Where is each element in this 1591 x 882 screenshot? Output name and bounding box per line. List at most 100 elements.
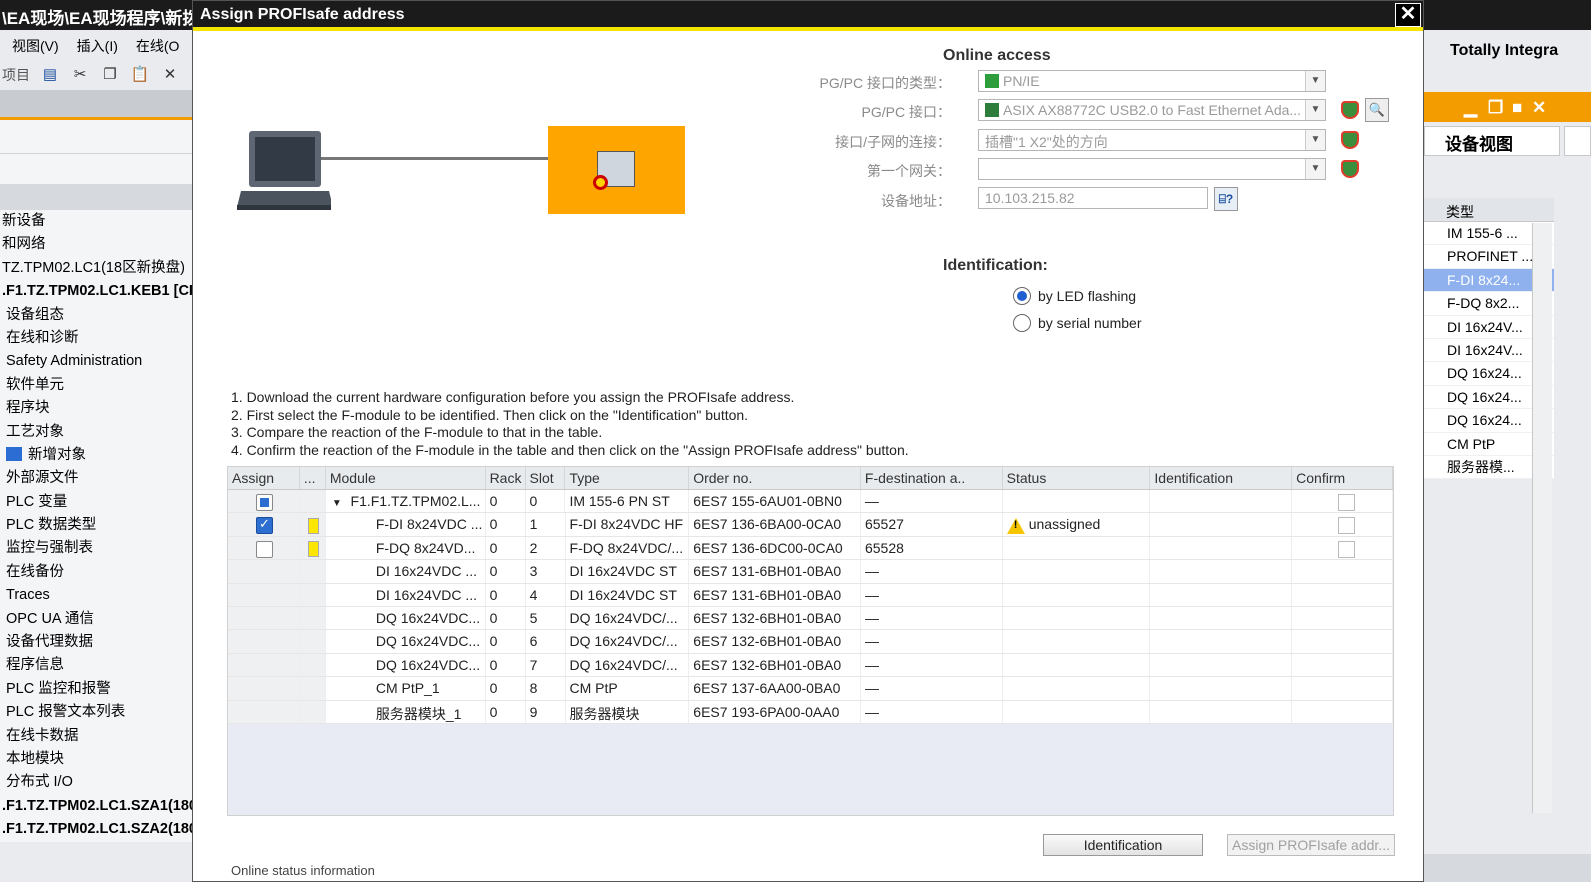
tab-device-view[interactable]: 设备视图 (1424, 126, 1560, 156)
identification-cell (1150, 490, 1293, 513)
tree-item[interactable]: .F1.TZ.TPM02.LC1.KEB1 [CPU (0, 280, 192, 303)
device-address-input[interactable]: 10.103.215.82 (978, 187, 1208, 209)
menu-view[interactable]: 视图(V) (12, 36, 59, 54)
radio-led-flashing-label[interactable]: by LED flashing (1038, 288, 1136, 304)
table-row[interactable]: DQ 16x24VDC... 0 5 DQ 16x24VDC/... 6ES7 132-… (228, 606, 1393, 631)
address-lookup-button[interactable]: ⌸? (1214, 187, 1238, 211)
tree-item[interactable]: 新增对象 (0, 444, 192, 467)
radio-led-flashing[interactable] (1013, 287, 1031, 305)
assign-checkbox[interactable] (256, 493, 273, 511)
tree-item-label: OPC UA 通信 (6, 610, 94, 627)
close-icon[interactable]: ✕ (1532, 98, 1546, 118)
tree-item[interactable]: 程序信息 (0, 654, 192, 677)
copy-icon[interactable]: ❐ (100, 66, 120, 84)
pgpc-type-select[interactable]: PN/IE ▼ (978, 70, 1326, 92)
paste-icon[interactable]: 📋 (130, 66, 150, 84)
tree-item[interactable]: PLC 报警文本列表 (0, 701, 192, 724)
column-header[interactable]: F-destination a.. (861, 467, 1003, 489)
order-no-cell: 6ES7 131-6BH01-0BA0 (689, 583, 861, 606)
column-header[interactable]: Confirm (1292, 467, 1393, 489)
table-row[interactable]: F-DI 8x24VDC ...01F-DI 8x24VDC HF6ES7 13… (228, 513, 1393, 537)
tree-item[interactable]: PLC 数据类型 (0, 514, 192, 537)
menu-online[interactable]: 在线(O (136, 36, 180, 54)
shield-icon[interactable] (1341, 131, 1359, 149)
menu-insert[interactable]: 插入(I) (77, 36, 118, 54)
chevron-down-icon[interactable]: ▼ (1305, 71, 1325, 91)
tree-item[interactable]: 工艺对象 (0, 421, 192, 444)
subnet-connection-select[interactable]: 插槽"1 X2"处的方向 ▼ (978, 129, 1326, 151)
table-row[interactable]: DI 16x24VDC ... 0 3 DI 16x24VDC ST 6ES7 131-… (228, 560, 1393, 584)
pgpc-interface-select[interactable]: ASIX AX88772C USB2.0 to Fast Ethernet Ad… (978, 99, 1326, 121)
restore-icon[interactable]: ❐ (1488, 98, 1503, 118)
table-row[interactable]: DI 16x24VDC ... 0 4 DI 16x24VDC ST 6ES7 131-… (228, 583, 1393, 607)
tree-item[interactable]: 新设备 (0, 210, 192, 233)
tree-item[interactable]: OPC UA 通信 (0, 608, 192, 631)
table-row[interactable]: DQ 16x24VDC... 0 7 DQ 16x24VDC/... 6ES7 132-… (228, 653, 1393, 678)
confirm-checkbox[interactable] (1338, 517, 1356, 535)
chevron-down-icon[interactable]: ▼ (1305, 159, 1325, 179)
identification-button[interactable]: Identification (1043, 834, 1203, 856)
status-cell (1003, 606, 1151, 630)
chevron-down-icon[interactable]: ▼ (1305, 100, 1325, 120)
column-header[interactable]: ... (300, 467, 326, 489)
tree-item[interactable]: Safety Administration (0, 350, 192, 373)
save-icon[interactable]: ▤ (40, 66, 60, 84)
table-row[interactable]: CM PtP_1 0 8 CM PtP 6ES7 137-6AA00-0BA0— (228, 677, 1393, 701)
tree-item[interactable]: 设备组态 (0, 304, 192, 327)
assign-cell (228, 653, 300, 677)
minimize-icon[interactable]: ▁ (1464, 98, 1477, 118)
vertical-scrollbar[interactable] (1532, 223, 1552, 813)
table-row[interactable]: ▼ F1.F1.TZ.TPM02.L... 0 0 IM 155-6 PN ST 6ES… (228, 490, 1393, 514)
assign-profisafe-address-button[interactable]: Assign PROFIsafe addr... (1227, 834, 1395, 856)
tree-item[interactable]: 在线备份 (0, 561, 192, 584)
gateway-select[interactable]: ▼ (978, 158, 1326, 180)
column-header[interactable]: Rack (486, 467, 526, 489)
tree-item[interactable]: 监控与强制表 (0, 537, 192, 560)
column-header[interactable]: Slot (526, 467, 566, 489)
cut-icon[interactable]: ✂ (70, 66, 90, 84)
confirm-cell (1292, 606, 1393, 630)
table-row[interactable]: F-DQ 8x24VD... 0 2 F-DQ 8x24VDC/... 6ES7 136… (228, 536, 1393, 561)
tree-item[interactable]: .F1.TZ.TPM02.LC1.SZA2(180 (0, 818, 192, 841)
tree-item[interactable]: 软件单元 (0, 374, 192, 397)
tree-item[interactable]: TZ.TPM02.LC1(18区新换盘) (0, 257, 192, 280)
expand-icon[interactable]: ▼ (332, 498, 345, 509)
column-header[interactable]: Type (565, 467, 690, 489)
shield-icon[interactable] (1341, 160, 1359, 178)
column-header[interactable]: Assign (228, 467, 300, 489)
status-cell (1003, 583, 1151, 606)
tree-item[interactable]: 外部源文件 (0, 467, 192, 490)
tree-item[interactable]: PLC 监控和报警 (0, 678, 192, 701)
delete-icon[interactable]: ✕ (160, 66, 180, 84)
chevron-down-icon[interactable]: ▼ (1305, 130, 1325, 150)
tree-item[interactable]: 和网络 (0, 233, 192, 256)
dialog-close-button[interactable]: ✕ (1395, 3, 1421, 27)
column-header[interactable]: Status (1003, 467, 1151, 489)
tree-item[interactable]: 本地模块 (0, 748, 192, 771)
maximize-icon[interactable]: ■ (1512, 98, 1522, 118)
confirm-checkbox[interactable] (1338, 493, 1356, 511)
tree-item[interactable]: 分布式 I/O (0, 771, 192, 794)
confirm-checkbox[interactable] (1338, 540, 1356, 558)
tree-item[interactable]: 在线卡数据 (0, 725, 192, 748)
table-row[interactable]: DQ 16x24VDC... 0 6 DQ 16x24VDC/... 6ES7 132-… (228, 630, 1393, 654)
shield-icon[interactable] (1341, 101, 1359, 119)
search-devices-button[interactable]: 🔍 (1365, 98, 1389, 122)
tree-item[interactable]: 程序块 (0, 397, 192, 420)
table-row[interactable]: 服务器模块_1 0 9 服务器模块 6ES7 193-6PA00-0AA0— (228, 700, 1393, 724)
tree-item[interactable]: Traces (0, 584, 192, 607)
tree-item[interactable]: .F1.TZ.TPM02.LC1.SZA1(180 (0, 795, 192, 818)
column-header-type[interactable]: 类型 (1424, 198, 1554, 222)
column-header[interactable]: Identification (1150, 467, 1293, 489)
assign-checkbox[interactable] (256, 540, 273, 558)
radio-serial-number[interactable] (1013, 314, 1031, 332)
order-no-cell: 6ES7 131-6BH01-0BA0 (689, 560, 861, 583)
tab-network-view[interactable] (1564, 126, 1591, 156)
column-header[interactable]: Module (326, 467, 486, 489)
assign-checkbox[interactable] (256, 516, 273, 535)
tree-item[interactable]: PLC 变量 (0, 491, 192, 514)
tree-item[interactable]: 设备代理数据 (0, 631, 192, 654)
tree-item[interactable]: 在线和诊断 (0, 327, 192, 350)
column-header[interactable]: Order no. (689, 467, 861, 489)
radio-serial-number-label[interactable]: by serial number (1038, 315, 1142, 331)
